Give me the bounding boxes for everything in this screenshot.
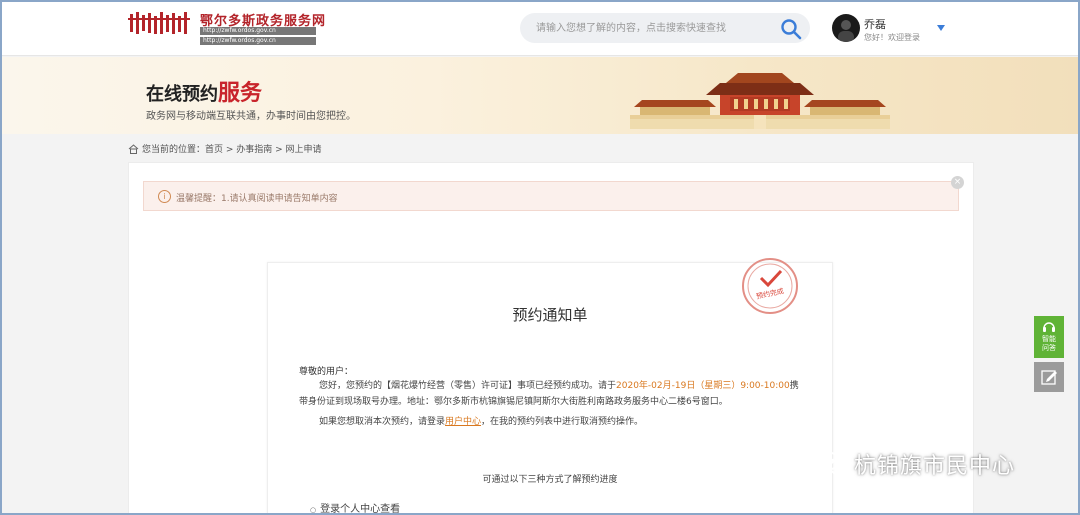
home-icon[interactable]: [128, 143, 139, 154]
user-name[interactable]: 乔磊: [864, 16, 886, 32]
appointment-details: 您好，您预约的【烟花爆竹经营（零售）许可证】事项已经预约成功。请于2020年-0…: [299, 378, 799, 410]
smart-qa-button[interactable]: 智能 问答: [1034, 316, 1064, 358]
smart-qa-label-2: 问答: [1042, 344, 1056, 352]
search-icon[interactable]: [780, 18, 802, 40]
reminder-notice: i 温馨提醒：1.请认真阅读申请告知单内容: [143, 181, 959, 211]
site-url-line-2: http://zwfw.ordos.gov.cn: [200, 37, 316, 45]
greeting: 尊敬的用户：: [299, 367, 354, 377]
mongolian-script-logo-icon: [128, 12, 190, 34]
smart-qa-label-1: 智能: [1042, 335, 1056, 343]
progress-methods-title: 可通过以下三种方式了解预约进度: [482, 475, 618, 485]
method-item[interactable]: 登录个人中心查看: [310, 500, 400, 515]
banner-title-main: 在线预约: [146, 84, 218, 105]
watermark-text: 杭锦旗市民中心: [854, 454, 1016, 479]
site-url-line: http://zwfw.ordos.gov.cn: [200, 27, 316, 35]
notice-text: 温馨提醒：1.请认真阅读申请告知单内容: [176, 194, 338, 204]
headset-icon: [1043, 322, 1055, 332]
info-icon: i: [158, 190, 171, 203]
palace-illustration-icon: [630, 73, 890, 129]
cancel-intro: 如果您想取消本次预约，请登录: [319, 417, 446, 427]
wechat-icon: [819, 452, 849, 475]
user-welcome: 您好！欢迎登录: [864, 33, 920, 42]
service-banner: 在线预约服务 政务网与移动端互联共通，办事时间由您把控。: [0, 57, 1080, 134]
search-input[interactable]: [536, 19, 766, 37]
banner-subtitle: 政务网与移动端互联共通，办事时间由您把控。: [146, 111, 356, 122]
form-title: 预约通知单: [512, 306, 588, 324]
feedback-button[interactable]: [1034, 362, 1064, 392]
banner-title: 在线预约服务: [146, 75, 262, 107]
stamp-text: 预约完成: [755, 286, 784, 301]
user-photo-icon: [838, 20, 854, 42]
breadcrumb-text[interactable]: 您当前的位置：首页 > 办事指南 > 网上申请: [142, 142, 322, 155]
cancel-instructions: 如果您想取消本次预约，请登录用户中心，在我的预约列表中进行取消预约操作。: [299, 414, 799, 430]
cancel-tail: ，在我的预约列表中进行取消预约操作。: [481, 417, 644, 427]
search-box: [520, 13, 810, 43]
wechat-watermark: 杭锦旗市民中心: [818, 448, 1015, 480]
edit-icon: [1041, 370, 1057, 385]
avatar[interactable]: [832, 14, 860, 42]
user-menu-caret-icon[interactable]: [937, 25, 945, 31]
user-center-link[interactable]: 用户中心: [445, 417, 481, 427]
close-icon[interactable]: ×: [951, 176, 964, 189]
appointment-date: 2020年-02月-19日（星期三）9:00-10:00: [616, 381, 790, 391]
top-header: 鄂尔多斯政务服务网 http://zwfw.ordos.gov.cn http:…: [0, 0, 1080, 56]
breadcrumb: 您当前的位置：首页 > 办事指南 > 网上申请: [128, 142, 322, 155]
details-intro: 您好，您预约的【烟花爆竹经营（零售）许可证】事项已经预约成功。请于: [319, 381, 617, 391]
banner-title-accent: 服务: [218, 81, 263, 106]
